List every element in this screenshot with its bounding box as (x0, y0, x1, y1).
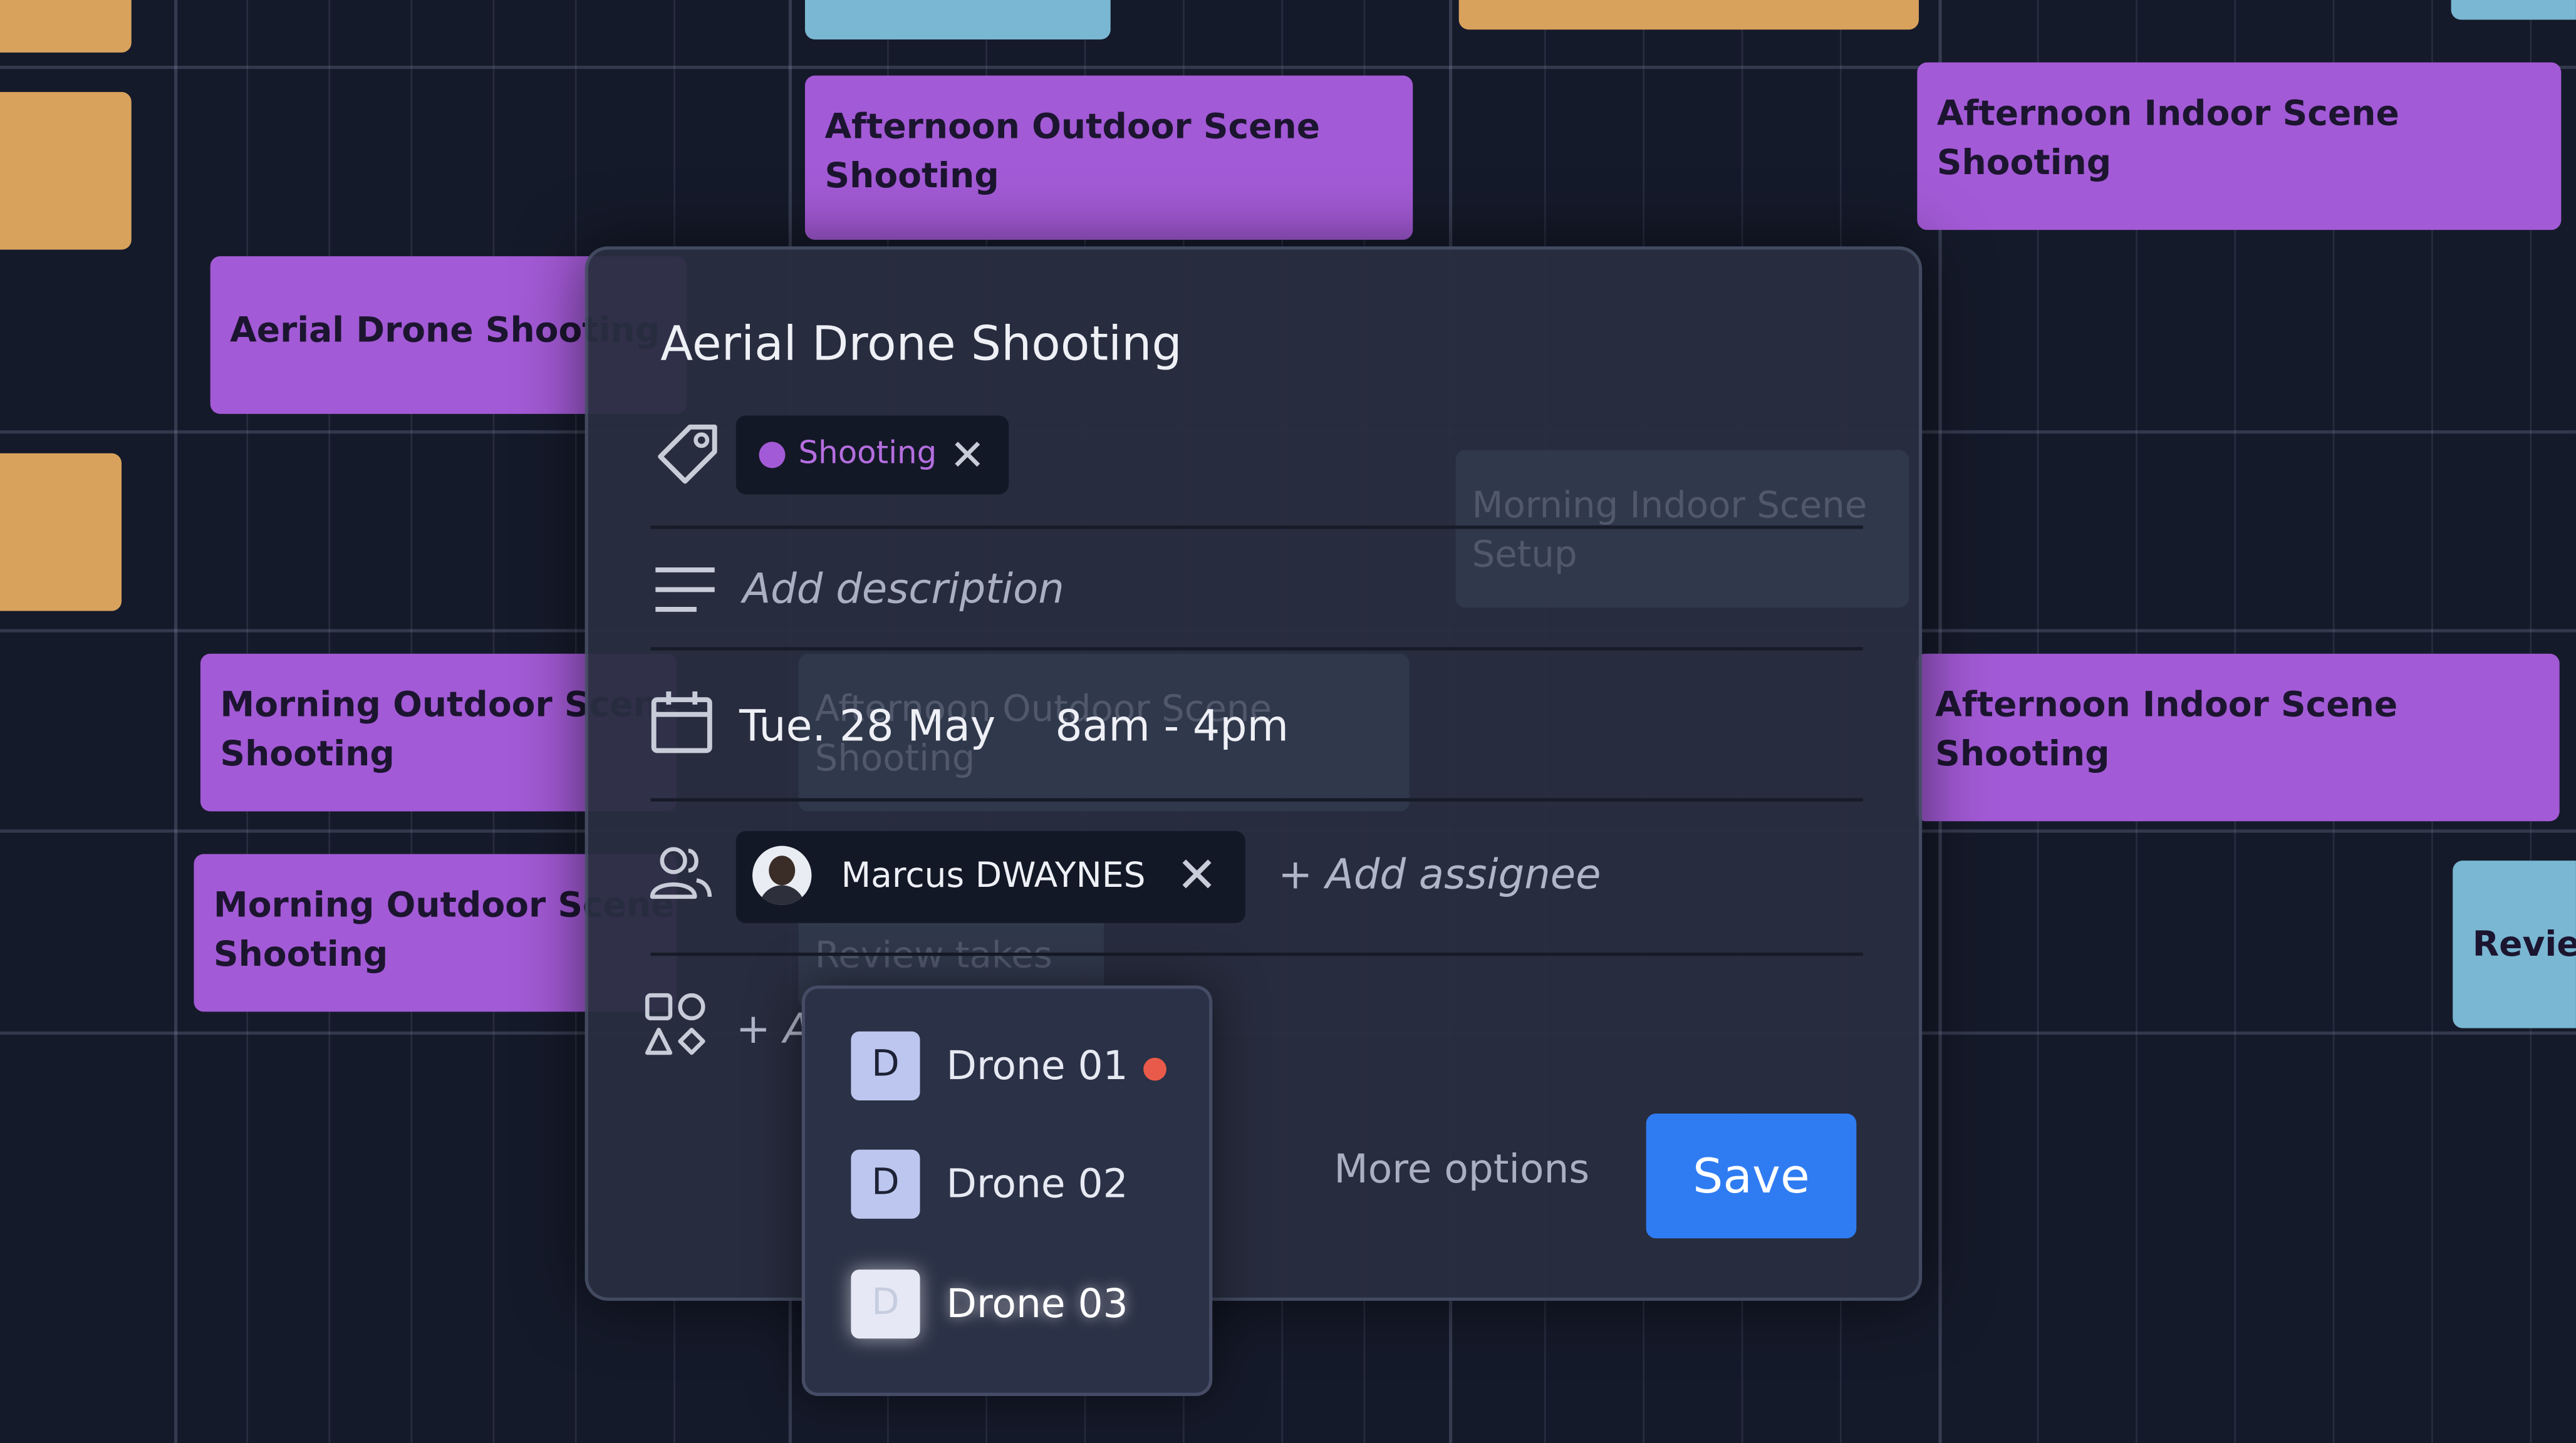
resource-badge: D (851, 1270, 920, 1339)
ghost-title: Morning Indoor Scene (1472, 486, 1867, 527)
avatar-head (769, 856, 796, 886)
event-subtitle: Shooting (1936, 143, 2112, 183)
divider (650, 952, 1863, 956)
remove-tag-icon[interactable]: ✕ (950, 430, 985, 481)
divider (650, 647, 1863, 651)
scene: Afternoon Outdoor Scene Shooting Afterno… (0, 0, 2576, 1443)
calendar-icon (651, 691, 712, 753)
event-subtitle: Shooting (1935, 734, 2110, 774)
calendar-event-review[interactable]: Review takes (2453, 861, 2576, 1028)
ghost-subtitle: Setup (1472, 535, 1577, 577)
resource-badge: D (851, 1031, 920, 1101)
users-icon (650, 847, 712, 899)
calendar-event[interactable] (804, 0, 1111, 39)
resources-icon (645, 993, 705, 1055)
event-title: Afternoon Indoor Scene (1936, 93, 2399, 133)
dropdown-option-drone-03[interactable]: D Drone 03 (851, 1270, 1196, 1342)
status-dot (1143, 1057, 1166, 1081)
event-title-heading[interactable]: Aerial Drone Shooting (660, 316, 1182, 371)
option-label: Drone 02 (946, 1161, 1128, 1208)
calendar-event-afternoon-outdoor[interactable]: Afternoon Outdoor Scene Shooting (804, 75, 1413, 240)
event-date[interactable]: Tue. 28 May (739, 703, 995, 752)
dropdown-option-drone-02[interactable]: D Drone 02 (851, 1149, 1196, 1222)
dropdown-option-drone-01[interactable]: D Drone 01 (851, 1031, 1196, 1104)
tag-label: Shooting (798, 435, 937, 472)
event-subtitle: Shooting (824, 156, 999, 196)
description-icon (655, 567, 715, 612)
event-title: Review takes (2472, 924, 2576, 965)
tag-chip[interactable]: Shooting ✕ (735, 415, 1009, 495)
tag-color-dot (759, 442, 786, 468)
calendar-event-afternoon-indoor[interactable]: Afternoon Indoor Scene Shooting (1917, 62, 2562, 230)
event-title: Afternoon Outdoor Scene (824, 106, 1321, 147)
ghost-title: Review takes (814, 936, 1052, 978)
option-label: Drone 03 (946, 1281, 1128, 1327)
divider (650, 525, 1863, 529)
event-title: Afternoon Indoor Scene (1935, 685, 2398, 725)
calendar-event-afternoon-indoor[interactable]: Afternoon Indoor Scene Shooting (1915, 653, 2560, 822)
event-time-range[interactable]: 8am - 4pm (1055, 703, 1289, 752)
calendar-event[interactable] (0, 453, 122, 611)
more-options-button[interactable]: More options (1334, 1146, 1589, 1192)
resource-badge: D (851, 1149, 920, 1219)
calendar-event[interactable] (0, 0, 132, 53)
description-input[interactable]: Add description (742, 565, 1064, 613)
add-assignee-button[interactable]: + Add assignee (1278, 851, 1601, 898)
calendar-event[interactable] (0, 91, 132, 250)
calendar-event[interactable] (1458, 0, 1919, 30)
resource-dropdown: D Drone 01 D Drone 02 D Drone 03 (801, 985, 1213, 1397)
save-button[interactable]: Save (1646, 1113, 1857, 1239)
assignee-chip[interactable]: Marcus DWAYNES ✕ (735, 830, 1245, 923)
calendar-event[interactable] (2451, 0, 2576, 20)
avatar-body (759, 885, 805, 905)
remove-assignee-icon[interactable]: ✕ (1176, 847, 1218, 905)
option-label: Drone 01 (946, 1043, 1128, 1089)
tag-icon (658, 424, 717, 484)
assignee-name: Marcus DWAYNES (841, 856, 1146, 896)
avatar (752, 846, 812, 905)
date-time-field[interactable]: Tue. 28 May 8am - 4pm (739, 703, 1334, 752)
edit-event-dialog: Morning Indoor Scene Setup Afternoon Out… (584, 246, 1923, 1301)
grid-line (174, 0, 178, 1443)
divider (650, 798, 1863, 802)
